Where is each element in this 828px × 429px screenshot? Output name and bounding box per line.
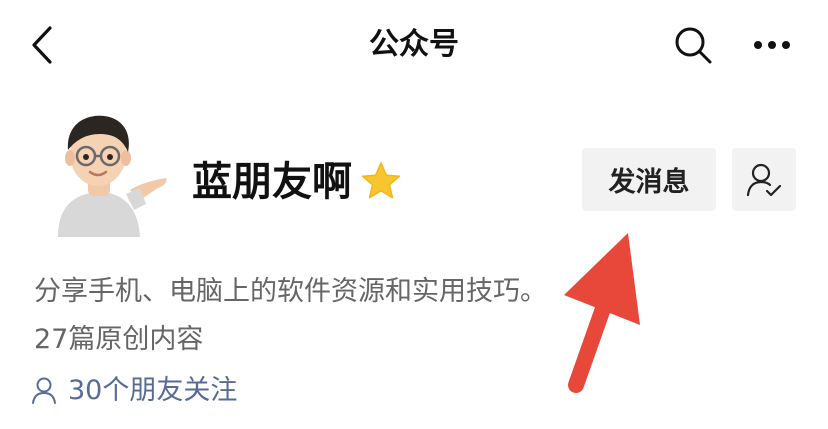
more-horizontal-icon — [754, 41, 790, 49]
account-description: 分享手机、电脑上的软件资源和实用技巧。 — [34, 276, 547, 307]
friends-following-link[interactable]: 30个朋友关注 — [30, 368, 237, 414]
more-button[interactable] — [744, 20, 804, 70]
user-outline-icon — [32, 377, 56, 404]
star-icon — [360, 160, 402, 202]
memoji-avatar — [58, 115, 167, 237]
account-avatar[interactable] — [48, 112, 168, 237]
search-button[interactable] — [668, 20, 718, 70]
original-article-count: 27篇原创内容 — [34, 324, 204, 355]
send-message-button[interactable]: 发消息 — [582, 148, 716, 211]
search-icon — [675, 27, 712, 64]
account-name: 蓝朋友啊 — [192, 159, 352, 205]
friends-following-text: 30个朋友关注 — [68, 375, 238, 406]
annotation-arrow — [540, 225, 660, 395]
follow-status-button[interactable] — [732, 148, 796, 211]
user-check-icon — [746, 163, 782, 196]
